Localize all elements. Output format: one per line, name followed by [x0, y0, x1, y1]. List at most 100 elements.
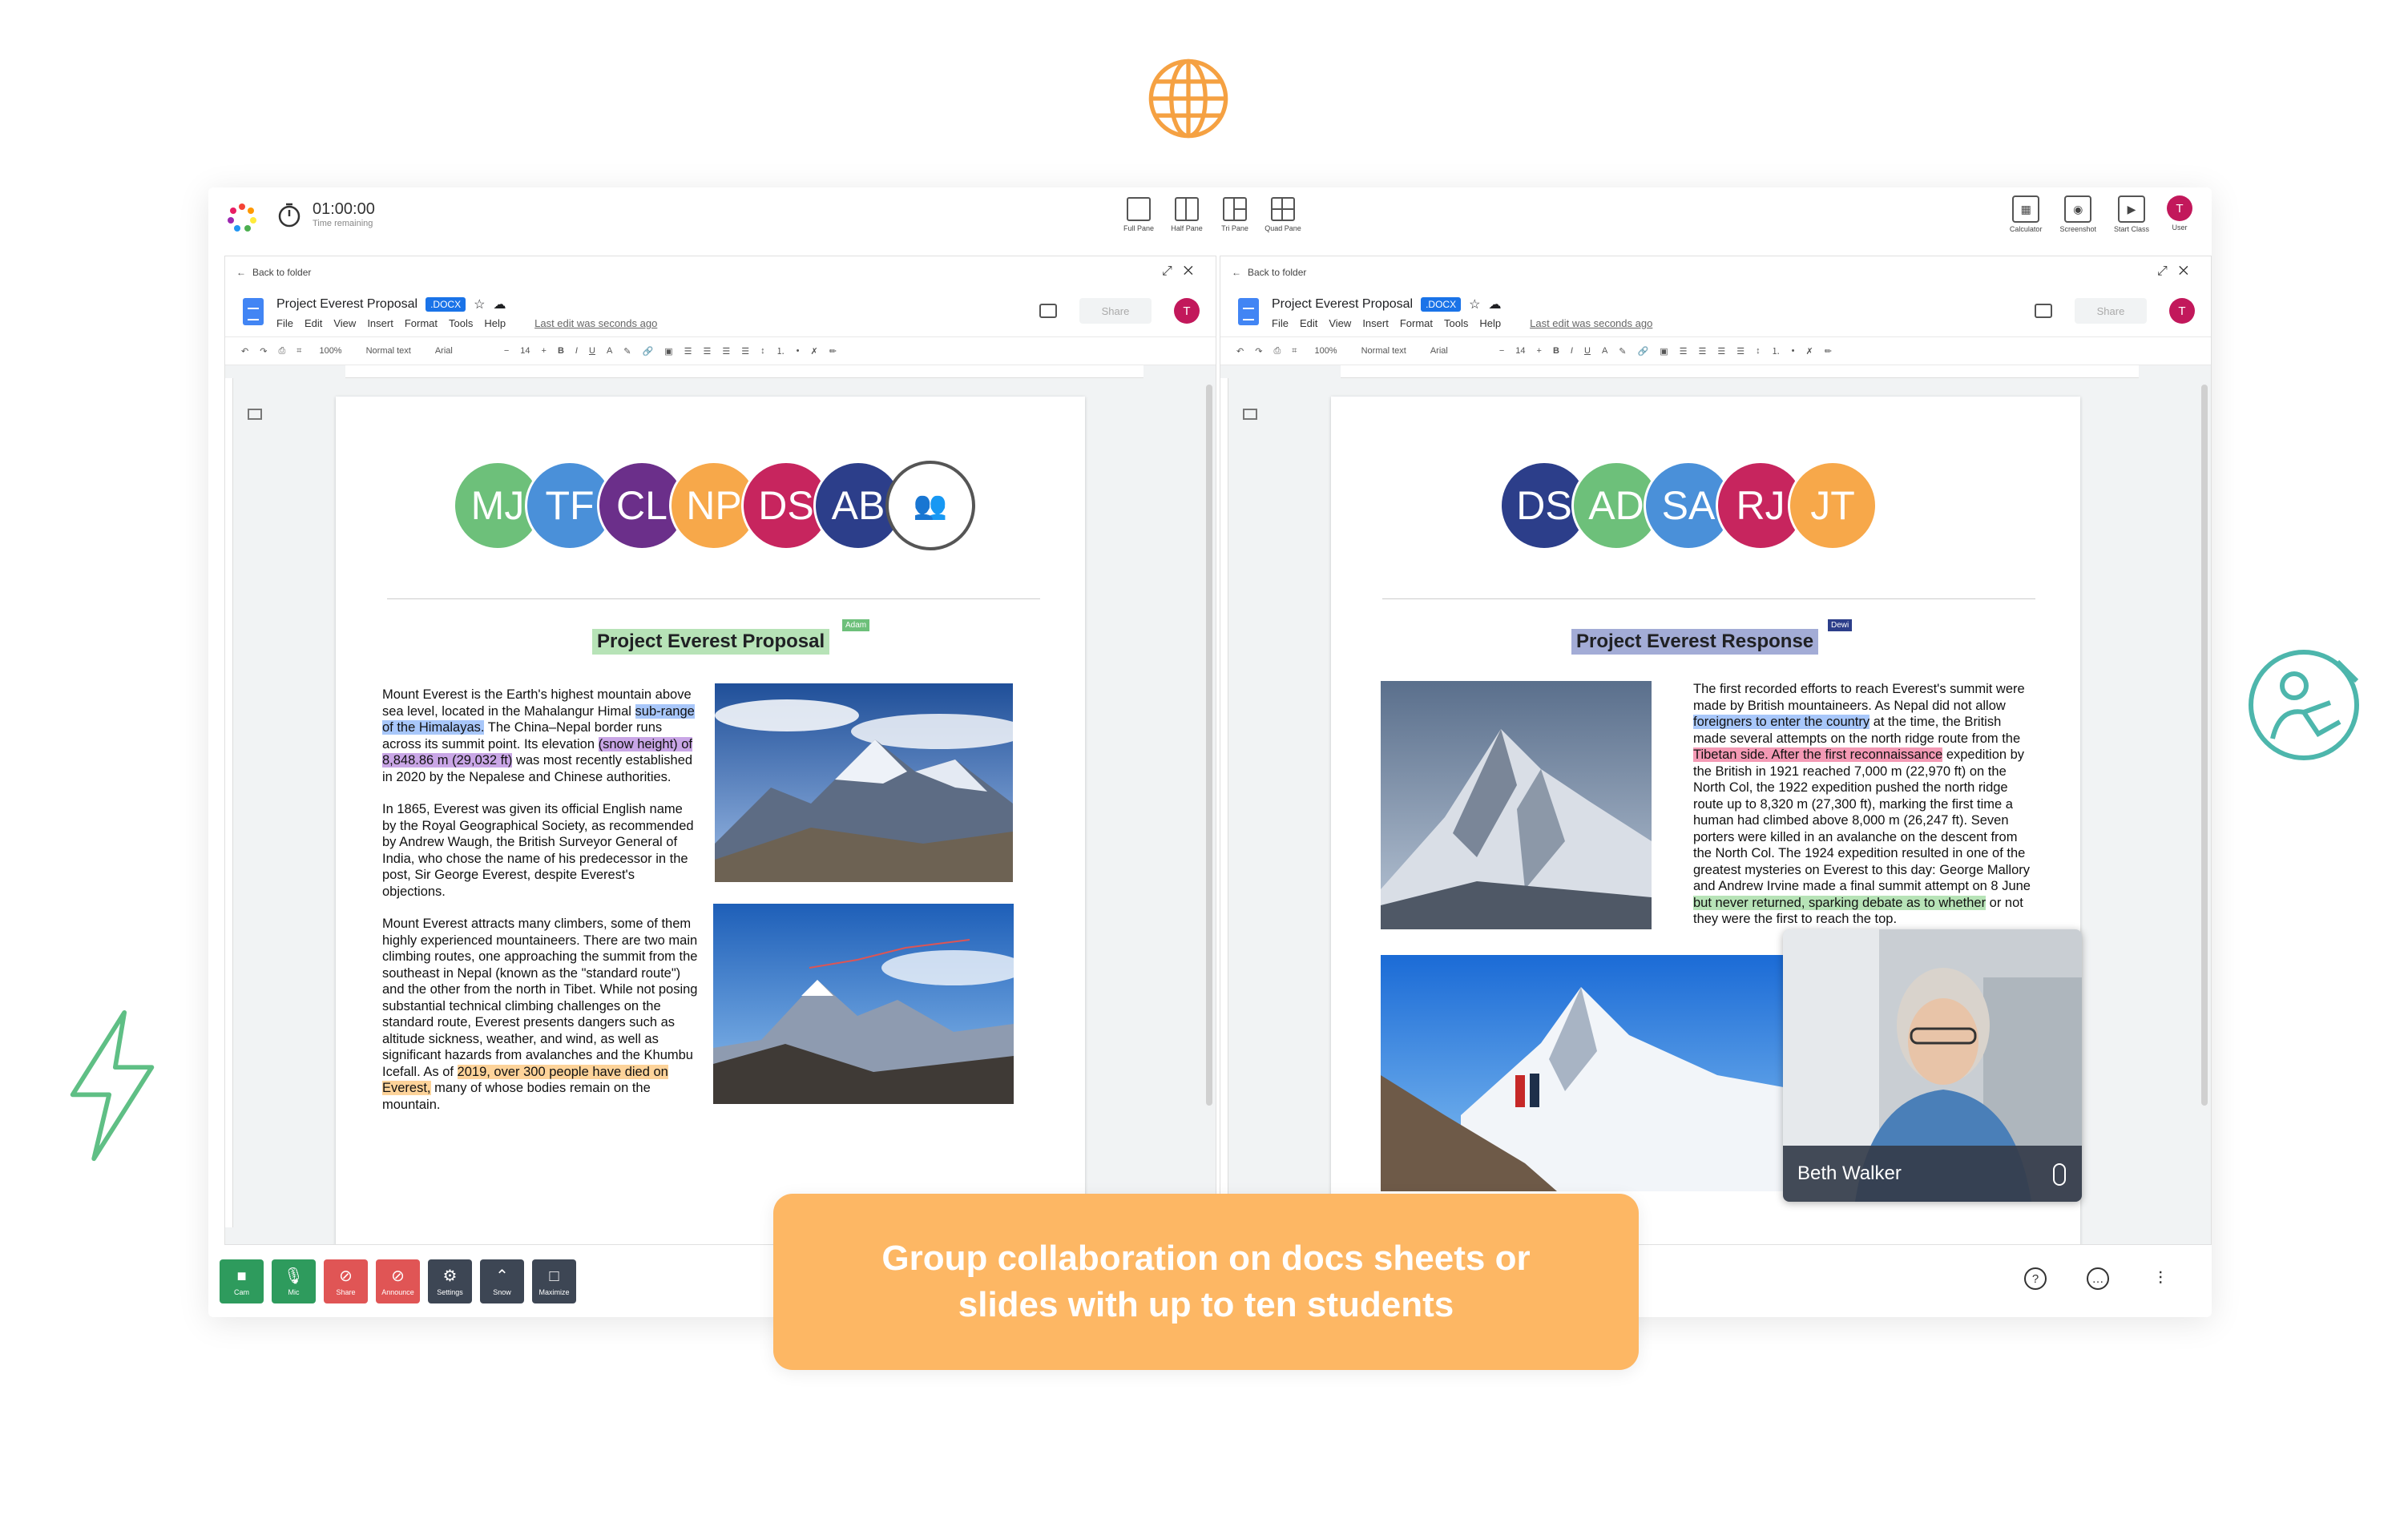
settings-button[interactable]: ⚙ Settings [428, 1259, 472, 1303]
font-size-decrease[interactable]: − [504, 346, 509, 356]
paint-format-icon[interactable]: ⌗ [296, 346, 301, 357]
underline-icon[interactable]: U [1584, 346, 1591, 356]
zoom-select[interactable]: 100% [1308, 344, 1343, 357]
menu-file[interactable]: File [276, 317, 293, 329]
bullet-list-icon[interactable]: • [797, 346, 800, 356]
start-class-button[interactable]: ▶ Start Class [2114, 195, 2149, 233]
align-left-icon[interactable]: ☰ [1680, 346, 1688, 357]
full-pane-button[interactable]: Full Pane [1122, 197, 1156, 232]
back-to-folder-link[interactable]: Back to folder [252, 267, 311, 278]
outline-icon[interactable] [248, 409, 262, 420]
last-edit-link[interactable]: Last edit was seconds ago [1530, 317, 1652, 329]
numbered-list-icon[interactable]: ⒈ [1772, 344, 1781, 357]
announce-button[interactable]: ⊘ Announce [376, 1259, 420, 1303]
screenshot-button[interactable]: ◉ Screenshot [2059, 195, 2096, 233]
menu-insert[interactable]: Insert [1362, 317, 1389, 329]
zoom-select[interactable]: 100% [313, 344, 348, 357]
style-select[interactable]: Normal text [1355, 344, 1413, 357]
scrollbar[interactable] [2201, 385, 2208, 1106]
mic-button[interactable]: 🎙 Mic [272, 1259, 316, 1303]
back-to-folder-link[interactable]: Back to folder [1248, 267, 1306, 278]
pane-window-controls[interactable]: ⤢✕ [2157, 264, 2200, 279]
redo-icon[interactable]: ↷ [1255, 346, 1262, 357]
bullet-list-icon[interactable]: • [1792, 346, 1795, 356]
line-spacing-icon[interactable]: ↕ [1756, 346, 1761, 356]
font-select[interactable]: Arial [1424, 344, 1488, 357]
justify-icon[interactable]: ☰ [741, 346, 749, 357]
menu-format[interactable]: Format [1400, 317, 1433, 329]
text-color-icon[interactable]: A [1602, 346, 1607, 356]
menu-help[interactable]: Help [1479, 317, 1501, 329]
print-icon[interactable]: ⎙ [1273, 346, 1281, 357]
chat-icon[interactable]: … [2087, 1267, 2109, 1290]
paint-format-icon[interactable]: ⌗ [1292, 346, 1297, 357]
menu-help[interactable]: Help [484, 317, 506, 329]
link-icon[interactable]: 🔗 [1638, 346, 1649, 357]
share-button[interactable]: Share [1079, 298, 1152, 324]
half-pane-button[interactable]: Half Pane [1170, 197, 1204, 232]
editing-mode-icon[interactable]: ✏ [829, 346, 837, 357]
undo-icon[interactable]: ↶ [241, 346, 248, 357]
mic-icon[interactable] [2053, 1163, 2066, 1186]
text-color-icon[interactable]: A [607, 346, 612, 356]
print-icon[interactable]: ⎙ [278, 346, 285, 357]
align-right-icon[interactable]: ☰ [1717, 346, 1725, 357]
comment-icon[interactable] [2035, 304, 2052, 318]
share-button[interactable]: Share [2075, 298, 2147, 324]
font-size-input[interactable]: 14 [1515, 346, 1525, 356]
menu-tools[interactable]: Tools [1444, 317, 1468, 329]
bold-icon[interactable]: B [558, 346, 564, 356]
star-icon[interactable]: ☆ [474, 296, 485, 312]
more-participants-icon[interactable]: 👥 [885, 461, 975, 550]
font-size-increase[interactable]: + [542, 346, 547, 356]
menu-format[interactable]: Format [405, 317, 438, 329]
font-size-decrease[interactable]: − [1499, 346, 1504, 356]
highlight-icon[interactable]: ✎ [623, 346, 631, 357]
menu-view[interactable]: View [333, 317, 356, 329]
numbered-list-icon[interactable]: ⒈ [776, 344, 785, 357]
underline-icon[interactable]: U [589, 346, 595, 356]
clear-format-icon[interactable]: ✗ [1805, 346, 1813, 357]
align-right-icon[interactable]: ☰ [722, 346, 730, 357]
star-icon[interactable]: ☆ [1469, 296, 1480, 312]
font-size-input[interactable]: 14 [520, 346, 530, 356]
italic-icon[interactable]: I [575, 346, 578, 356]
justify-icon[interactable]: ☰ [1736, 346, 1744, 357]
bold-icon[interactable]: B [1553, 346, 1559, 356]
help-icon[interactable]: ? [2024, 1267, 2047, 1290]
menu-edit[interactable]: Edit [1300, 317, 1317, 329]
back-arrow-icon[interactable]: ← [1232, 267, 1241, 278]
font-size-increase[interactable]: + [1537, 346, 1542, 356]
last-edit-link[interactable]: Last edit was seconds ago [534, 317, 657, 329]
doc-page[interactable]: MJ TF CL NP DS AB 👥 Project Everest Proposal A… [336, 397, 1085, 1244]
comment-icon[interactable] [1039, 304, 1057, 318]
image-icon[interactable]: ▣ [1660, 346, 1668, 357]
editing-mode-icon[interactable]: ✏ [1825, 346, 1832, 357]
redo-icon[interactable]: ↷ [260, 346, 267, 357]
clear-format-icon[interactable]: ✗ [810, 346, 817, 357]
style-select[interactable]: Normal text [360, 344, 417, 357]
cam-button[interactable]: ■ Cam [220, 1259, 264, 1303]
video-tile[interactable]: Beth Walker [1783, 929, 2082, 1202]
image-icon[interactable]: ▣ [664, 346, 672, 357]
line-spacing-icon[interactable]: ↕ [760, 346, 765, 356]
outline-icon[interactable] [1243, 409, 1257, 420]
menu-tools[interactable]: Tools [449, 317, 473, 329]
align-center-icon[interactable]: ☰ [1698, 346, 1706, 357]
sliders-icon[interactable]: ⫶ [2149, 1267, 2172, 1290]
collaborator-avatar[interactable]: JT [1788, 461, 1878, 550]
tri-pane-button[interactable]: Tri Pane [1218, 197, 1252, 232]
calculator-button[interactable]: ▦ Calculator [2010, 195, 2042, 233]
font-select[interactable]: Arial [429, 344, 493, 357]
share-screen-button[interactable]: ⊘ Share [324, 1259, 368, 1303]
menu-edit[interactable]: Edit [305, 317, 322, 329]
menu-insert[interactable]: Insert [367, 317, 393, 329]
quad-pane-button[interactable]: Quad Pane [1265, 197, 1301, 232]
user-button[interactable]: T User [2167, 195, 2192, 233]
scrollbar[interactable] [1206, 385, 1212, 1106]
doc-title[interactable]: Project Everest Proposal [1272, 297, 1413, 312]
snow-button[interactable]: ⌃ Snow [480, 1259, 524, 1303]
italic-icon[interactable]: I [1571, 346, 1573, 356]
pane-window-controls[interactable]: ⤢✕ [1162, 264, 1204, 279]
menu-file[interactable]: File [1272, 317, 1289, 329]
